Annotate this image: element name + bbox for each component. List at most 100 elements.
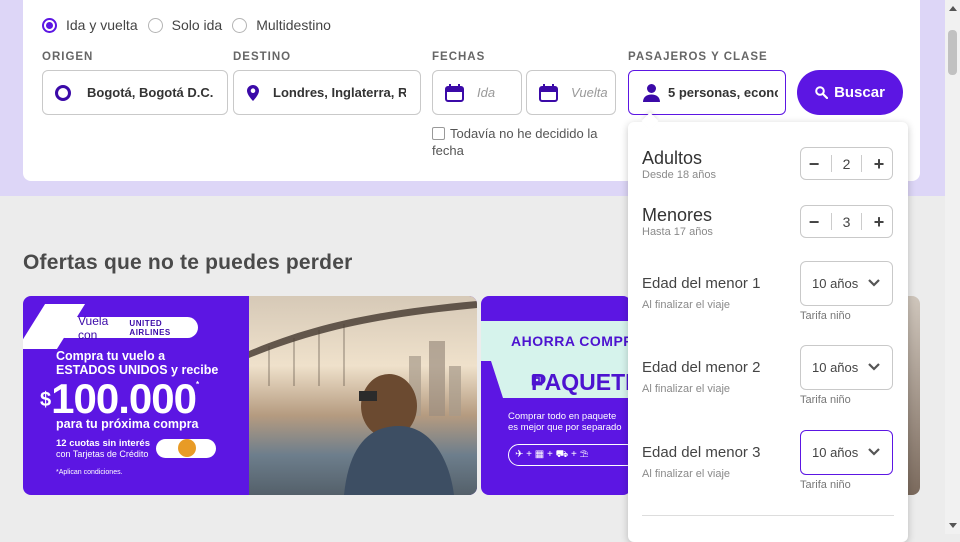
search-icon (815, 86, 829, 99)
radio-round-trip[interactable] (42, 17, 57, 33)
page-scrollbar[interactable] (945, 0, 960, 534)
dates-label: FECHAS (432, 51, 486, 63)
pill-text: Vuela con (78, 313, 109, 342)
chevron-down-icon (868, 448, 880, 456)
chevron-down-icon (868, 279, 880, 287)
trip-type-one-way[interactable]: Solo ida (147, 17, 223, 33)
packages-text2: es mejor que por separado (508, 422, 622, 433)
date-to-field[interactable]: Vuelta (526, 70, 616, 115)
date-from-placeholder: Ida (477, 85, 496, 100)
radio-multi[interactable] (232, 17, 248, 33)
adults-title: Adultos (642, 148, 703, 168)
undecided-label: Todavía no he decidido la fecha (432, 126, 598, 158)
destination-value: Londres, Inglaterra, Reino Unido (273, 85, 406, 100)
promo-amount: $ 100.000 * (40, 376, 199, 422)
united-logo-text: UNITED AIRLINES (129, 318, 171, 337)
paquetes-word: PAQUETES (531, 369, 631, 395)
chevron-down-icon (868, 363, 880, 371)
minors-title: Menores (642, 205, 713, 225)
stepper-divider (831, 155, 833, 172)
child-age-select[interactable]: 10 años (800, 261, 893, 306)
promo-line1a: Compra tu vuelo a (56, 349, 166, 363)
minors-minus-button[interactable]: − (807, 213, 821, 231)
origin-field[interactable]: Bogotá, Bogotá D.C. (42, 70, 228, 115)
passengers-field[interactable]: 5 personas, economy (628, 70, 786, 115)
trip-type-multi[interactable]: Multidestino (232, 17, 331, 33)
origin-icon (55, 84, 71, 101)
promo-currency: $ (40, 389, 52, 411)
minors-subtitle: Hasta 17 años (642, 226, 713, 238)
minors-count: 3 (842, 213, 851, 230)
promo-line1: Compra tu vuelo a ESTADOS UNIDOS y recib… (56, 349, 218, 377)
child-fare-label: Tarifa niño (800, 394, 851, 406)
trip-type-round-trip[interactable]: Ida y vuelta (42, 17, 138, 33)
adults-count: 2 (842, 155, 851, 172)
promo-cuotas: 12 cuotas sin interés con Tarjetas de Cr… (56, 438, 150, 460)
promo-conditions: *Aplican condiciones. (56, 469, 123, 476)
adults-stepper: − 2 + (800, 147, 893, 180)
calendar-icon (445, 83, 464, 102)
location-pin-icon (247, 84, 259, 101)
adults-subtitle: Desde 18 años (642, 169, 716, 181)
radio-one-way[interactable] (147, 17, 163, 33)
trip-type-group: Ida y vuelta Solo ida Multidestino (42, 17, 341, 33)
child-age-value: 10 años (812, 276, 859, 291)
scroll-up-arrow-icon[interactable] (949, 6, 957, 11)
child-age-title: Edad del menor 2 (642, 359, 761, 376)
trip-type-label: Multidestino (256, 17, 331, 33)
ahorra-strip: AHORRA COMPRANDO (481, 321, 631, 361)
destination-field[interactable]: Londres, Inglaterra, Reino Unido (233, 70, 421, 115)
cuotas-sub: con Tarjetas de Crédito (56, 449, 149, 459)
packages-icons: ✈ + ▦ + ⛟ + ⛱ (508, 444, 631, 466)
date-from-field[interactable]: Ida (432, 70, 522, 115)
child-age-subtitle: Al finalizar el viaje (642, 383, 731, 395)
passengers-popover: Adultos Desde 18 años − 2 + Menores Hast… (628, 112, 908, 542)
destination-label: DESTINO (233, 51, 292, 63)
united-promo-banner[interactable]: Vuela con UNITED AIRLINES Compra tu vuel… (23, 296, 477, 495)
passengers-value: 5 personas, economy (668, 85, 778, 100)
adults-minus-button[interactable]: − (807, 155, 821, 173)
minors-stepper: − 3 + (800, 205, 893, 238)
paquetes-strip: ⧈PAQUETES (491, 361, 631, 398)
united-pill: Vuela con UNITED AIRLINES (55, 314, 198, 342)
origin-label: ORIGEN (42, 51, 94, 63)
bank-logo-icon (178, 439, 196, 457)
packages-text: Comprar todo en paquete es mejor que por… (508, 411, 622, 433)
child-age-value: 10 años (812, 445, 859, 460)
promo-number: 100.000 (51, 375, 197, 422)
stepper-divider (831, 213, 833, 230)
date-to-placeholder: Vuelta (571, 85, 608, 100)
child-fare-label: Tarifa niño (800, 479, 851, 491)
child-age-title: Edad del menor 1 (642, 275, 761, 292)
stepper-divider (860, 213, 862, 230)
undecided-date-option[interactable]: Todavía no he decidido la fecha (432, 125, 612, 159)
passengers-label: PASAJEROS Y CLASE (628, 51, 768, 63)
bridge-illustration (249, 301, 477, 495)
promo-line2: para tu próxima compra (56, 417, 199, 431)
packages-text1: Comprar todo en paquete (508, 411, 617, 422)
child-age-subtitle: Al finalizar el viaje (642, 299, 731, 311)
undecided-checkbox[interactable] (432, 127, 445, 140)
minors-plus-button[interactable]: + (872, 213, 886, 231)
origin-value: Bogotá, Bogotá D.C. (87, 85, 214, 100)
child-age-select[interactable]: 10 años (800, 430, 893, 475)
child-age-value: 10 años (812, 360, 859, 375)
trip-type-label: Solo ida (171, 17, 223, 33)
ahorra-text: AHORRA COMPRANDO (511, 333, 631, 349)
packages-promo-banner[interactable]: AHORRA COMPRANDO ⧈PAQUETES Comprar todo … (481, 296, 631, 495)
scroll-thumb[interactable] (948, 30, 957, 75)
search-button[interactable]: Buscar (797, 70, 903, 115)
child-age-select[interactable]: 10 años (800, 345, 893, 390)
popover-divider (642, 515, 894, 516)
scroll-down-arrow-icon[interactable] (949, 523, 957, 528)
child-age-title: Edad del menor 3 (642, 444, 761, 461)
cuotas-title: 12 cuotas sin interés (56, 438, 150, 449)
offers-title: Ofertas que no te puedes perder (23, 251, 353, 274)
person-icon (643, 83, 660, 102)
search-button-label: Buscar (834, 84, 885, 101)
adults-plus-button[interactable]: + (872, 155, 886, 173)
promo-asterisk: * (195, 380, 200, 389)
trip-type-label: Ida y vuelta (66, 17, 138, 33)
child-age-subtitle: Al finalizar el viaje (642, 468, 731, 480)
child-fare-label: Tarifa niño (800, 310, 851, 322)
